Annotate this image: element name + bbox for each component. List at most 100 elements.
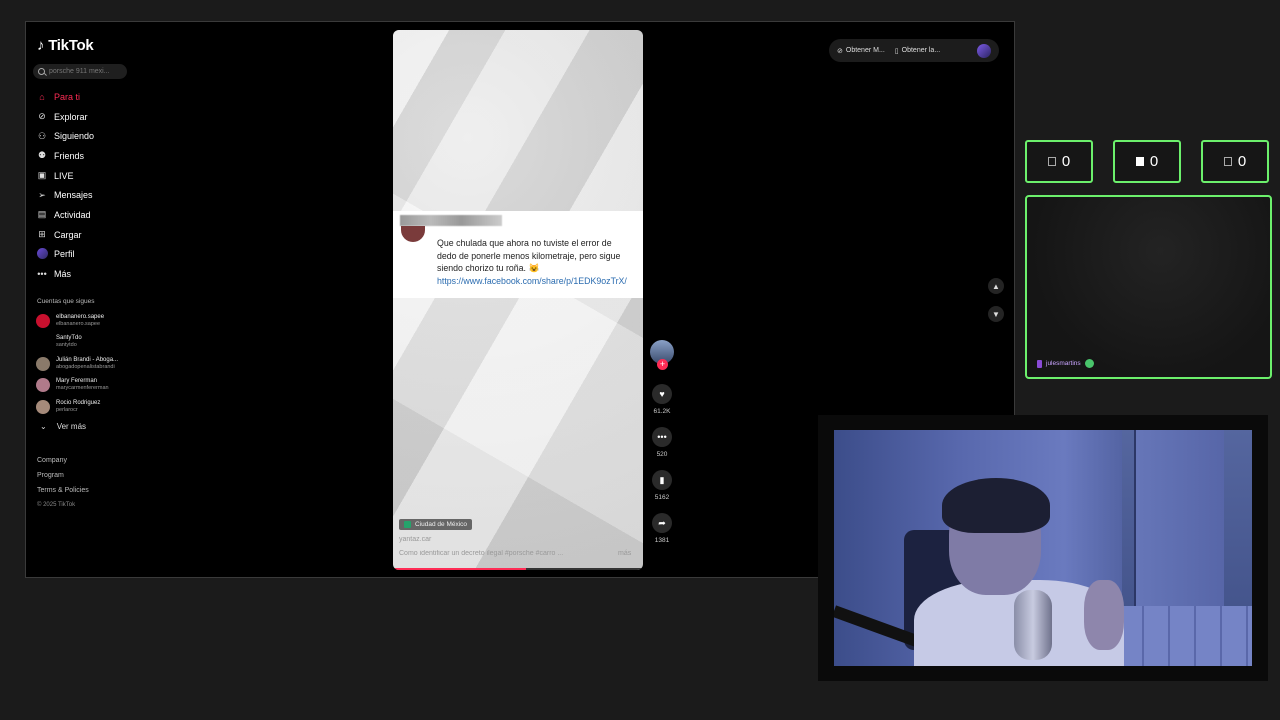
send-icon: ➢ — [38, 189, 46, 200]
nav-label: Explorar — [54, 111, 88, 122]
next-video-button[interactable]: ▼ — [988, 306, 1004, 322]
counter-box-3: 0 — [1201, 140, 1269, 183]
like-action[interactable]: ♥ 61.2K — [649, 384, 675, 415]
comment-icon[interactable]: ••• — [652, 427, 672, 447]
search-query: porsche 911 mexi... — [49, 68, 110, 75]
nav-item-friends[interactable]: ⚉ Friends — [36, 146, 94, 166]
account-name: Mary Fererman — [56, 378, 98, 385]
following-account[interactable]: elbananero.sapee elbananero.sapee — [36, 310, 118, 332]
location-pin-icon — [404, 521, 411, 528]
account-name: elbananero.sapee — [56, 313, 105, 320]
following-account[interactable]: Mary Fererman marycarmenfererman — [36, 375, 118, 397]
following-account[interactable]: Julián Brandi - Aboga... abogadopenalista… — [36, 353, 118, 375]
phone-icon: ▯ — [894, 47, 899, 55]
chat-username: julesmartins — [1046, 360, 1081, 367]
webcam-feed — [834, 430, 1252, 666]
footer-program-link[interactable]: Program — [37, 472, 89, 487]
following-account[interactable]: Rocio Rodriguez perlarocr — [36, 396, 118, 418]
get-app-button[interactable]: ▯ Obtener la... — [895, 47, 940, 55]
nav-item-perfil[interactable]: Perfil — [36, 245, 94, 265]
share-count: 1381 — [654, 537, 670, 544]
nav-label: Perfil — [54, 249, 75, 260]
video-progress-bar[interactable] — [393, 568, 643, 570]
sidebar-nav: ⌂ Para ti ⊘ Explorar ⚇ Siguiendo ⚉ Friends ▣… — [36, 87, 94, 284]
account-handle: elbananero.sapee — [56, 320, 101, 327]
user-avatar[interactable] — [977, 43, 991, 58]
blurred-username — [400, 215, 502, 226]
sidebar-footer: Company Program Terms & Policies © 2025 … — [37, 457, 89, 517]
comment-screenshot: Que chulada que ahora no tuviste el erro… — [393, 211, 643, 298]
counter-box-1: 0 — [1025, 140, 1093, 183]
location-label: Ciudad de México — [415, 521, 468, 528]
chat-message: julesmartins — [1037, 359, 1094, 368]
comment-text: Que chulada que ahora no tuviste el erro… — [437, 238, 621, 274]
live-icon: ▣ — [37, 170, 47, 181]
location-tag[interactable]: Ciudad de México — [399, 519, 473, 530]
comment-action[interactable]: ••• 520 — [649, 427, 675, 458]
save-count: 5162 — [654, 494, 670, 501]
nav-label: LIVE — [54, 170, 74, 181]
account-name: Rocio Rodriguez — [56, 399, 101, 406]
tiktok-logo[interactable]: ♪ TikTok — [37, 37, 94, 54]
counter-value: 0 — [1149, 153, 1159, 170]
save-action[interactable]: ▮ 5162 — [649, 470, 675, 501]
comment-link: https://www.facebook.com/share/p/1EDK9oz… — [437, 276, 627, 286]
share-action[interactable]: ➦ 1381 — [649, 513, 675, 544]
nav-item-explorar[interactable]: ⊘ Explorar — [36, 107, 94, 127]
see-more-button[interactable]: ⌄ Ver más — [40, 422, 86, 431]
follow-plus-icon[interactable]: + — [657, 359, 668, 370]
caption-more-link[interactable]: más — [618, 550, 631, 557]
chat-overlay-panel: julesmartins — [1025, 195, 1272, 379]
profile-avatar — [36, 247, 48, 261]
following-account[interactable]: SantyTdo santytdo — [36, 332, 118, 354]
microphone — [1014, 590, 1052, 660]
tiktok-note-icon: ♪ — [37, 37, 45, 54]
square-icon — [1223, 157, 1232, 166]
tiktok-logo-text: TikTok — [48, 37, 94, 54]
like-count: 61.2K — [653, 408, 671, 415]
nav-item-siguiendo[interactable]: ⚇ Siguiendo — [36, 126, 94, 146]
search-icon — [38, 68, 45, 75]
share-icon[interactable]: ➦ — [652, 513, 672, 533]
nav-item-cargar[interactable]: ⊞ Cargar — [36, 225, 94, 245]
account-avatar — [36, 356, 50, 371]
bookmark-icon[interactable]: ▮ — [652, 470, 672, 490]
nav-item-mensajes[interactable]: ➢ Mensajes — [36, 185, 94, 205]
counter-value: 0 — [1061, 153, 1071, 170]
video-background — [393, 30, 643, 570]
user-plus-icon: ⚇ — [37, 130, 47, 141]
previous-video-button[interactable]: ▲ — [988, 278, 1004, 294]
search-input[interactable]: porsche 911 mexi... — [33, 64, 127, 79]
account-avatar — [36, 335, 50, 350]
heart-icon[interactable]: ♥ — [652, 384, 672, 404]
nav-label: Para ti — [54, 91, 81, 102]
nav-label: Friends — [54, 150, 85, 161]
see-more-label: Ver más — [56, 422, 87, 431]
bookmark-icon — [1135, 157, 1144, 166]
video-progress-fill — [393, 568, 526, 570]
emote-icon — [1084, 359, 1094, 368]
account-name: SantyTdo — [56, 335, 82, 342]
account-handle: santytdo — [56, 342, 77, 349]
video-player[interactable]: Que chulada que ahora no tuviste el erro… — [393, 30, 643, 570]
get-coins-button[interactable]: ⊘ Obtener M... — [837, 47, 885, 55]
account-name: Julián Brandi - Aboga... — [56, 356, 119, 363]
footer-company-link[interactable]: Company — [37, 457, 89, 472]
nav-item-para-ti[interactable]: ⌂ Para ti — [36, 87, 94, 107]
chevron-down-icon: ▼ — [992, 309, 1000, 319]
inbox-icon: ▤ — [37, 209, 47, 220]
nav-item-live[interactable]: ▣ LIVE — [36, 166, 94, 186]
counter-box-2: 0 — [1113, 140, 1181, 183]
square-icon — [1047, 157, 1056, 166]
nav-label: Mensajes — [54, 190, 93, 201]
account-handle: perlarocr — [56, 406, 78, 413]
nav-label: Actividad — [54, 209, 91, 220]
nav-item-mas[interactable]: ••• Más — [36, 264, 94, 284]
upload-icon: ⊞ — [38, 229, 46, 240]
footer-terms-link[interactable]: Terms & Policies — [37, 487, 89, 502]
chevron-down-icon: ⌄ — [40, 422, 47, 431]
nav-item-actividad[interactable]: ▤ Actividad — [36, 205, 94, 225]
account-handle: marycarmenfererman — [56, 385, 109, 392]
video-author[interactable]: yantaz.car — [399, 536, 431, 543]
following-section-title: Cuentas que sigues — [37, 298, 95, 305]
